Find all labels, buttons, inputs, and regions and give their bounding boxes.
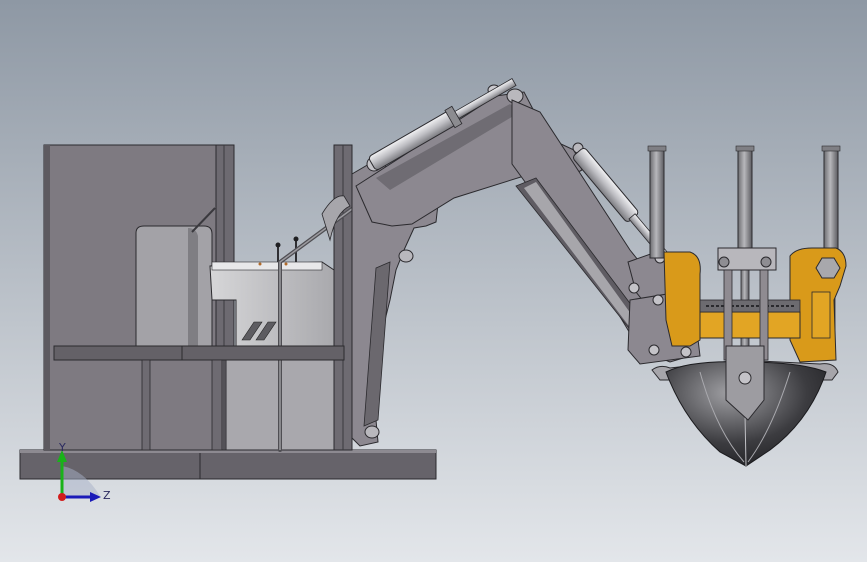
left-ram[interactable] bbox=[647, 145, 667, 259]
base-plate[interactable] bbox=[19, 449, 437, 480]
x-axis-dot bbox=[58, 493, 66, 501]
cabin-deck[interactable] bbox=[53, 345, 345, 361]
cad-viewport[interactable]: Y Z bbox=[0, 0, 867, 562]
triad-z-label: Z bbox=[103, 489, 111, 502]
pivot-pin[interactable] bbox=[364, 425, 380, 439]
operator-seat[interactable] bbox=[135, 225, 213, 347]
triad-y-label: Y bbox=[58, 441, 66, 454]
model-canvas[interactable]: Y Z bbox=[0, 0, 867, 562]
